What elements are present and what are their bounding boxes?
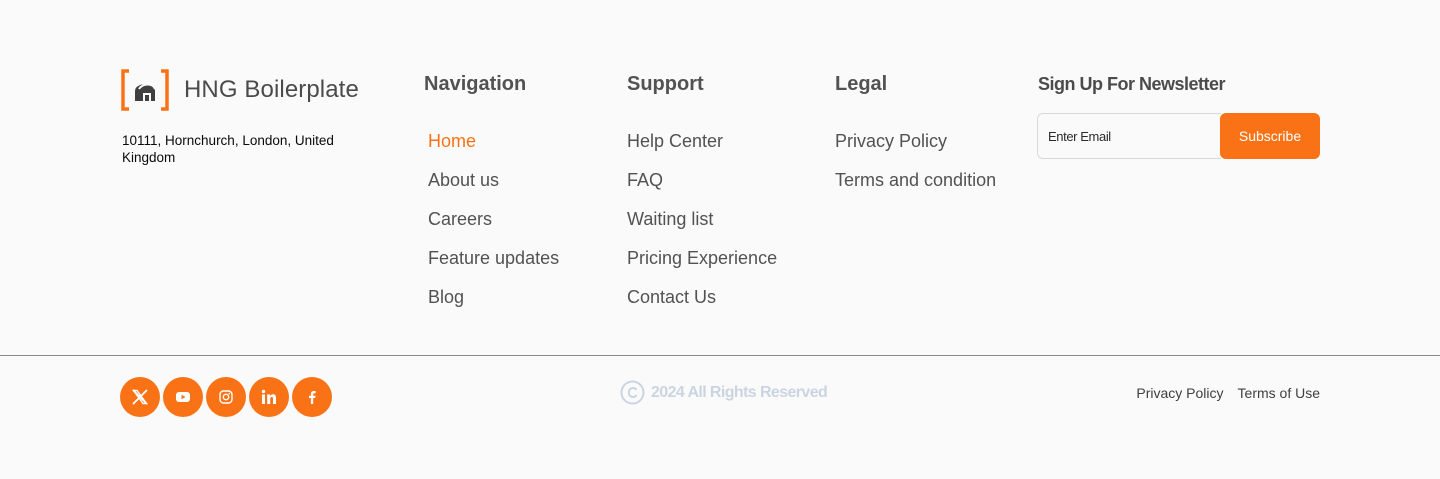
bottom-link-privacy-policy[interactable]: Privacy Policy (1136, 385, 1223, 401)
social-links (120, 377, 332, 417)
x-link[interactable] (120, 377, 160, 417)
x-icon (132, 389, 148, 405)
support-title: Support (627, 73, 704, 95)
support-link-help-center[interactable]: Help Center (627, 131, 777, 170)
support-link-pricing-experience[interactable]: Pricing Experience (627, 248, 777, 287)
nav-link-careers[interactable]: Careers (428, 209, 559, 248)
nav-link-feature-updates[interactable]: Feature updates (428, 248, 559, 287)
copyright: 2024 All Rights Reserved (620, 380, 828, 405)
bottom-link-terms-of-use[interactable]: Terms of Use (1238, 385, 1320, 401)
legal-link-privacy-policy[interactable]: Privacy Policy (835, 131, 996, 170)
support-link-faq[interactable]: FAQ (627, 170, 777, 209)
navigation-column: Navigation Home About us Careers Feature… (424, 72, 559, 326)
copyright-text: 2024 All Rights Reserved (651, 383, 828, 401)
brand[interactable]: HNG Boilerplate (121, 69, 359, 111)
legal-link-terms-and-condition[interactable]: Terms and condition (835, 170, 996, 209)
site-footer: HNG Boilerplate 10111, Hornchurch, Londo… (0, 0, 1440, 479)
footer-divider (0, 355, 1440, 356)
support-link-contact-us[interactable]: Contact Us (627, 287, 777, 326)
facebook-icon (309, 391, 316, 404)
instagram-link[interactable] (206, 377, 246, 417)
legal-title: Legal (835, 73, 888, 95)
copyright-icon (620, 380, 645, 405)
support-link-waiting-list[interactable]: Waiting list (627, 209, 777, 248)
support-column: Support Help Center FAQ Waiting list Pri… (627, 72, 777, 326)
newsletter-section: Sign Up For Newsletter Subscribe (1037, 74, 1320, 159)
youtube-icon (176, 392, 190, 402)
nav-link-home[interactable]: Home (428, 131, 559, 170)
instagram-icon (219, 390, 233, 404)
legal-column: Legal Privacy Policy Terms and condition (835, 72, 996, 209)
bottom-links: Privacy Policy Terms of Use (1136, 385, 1320, 401)
facebook-link[interactable] (292, 377, 332, 417)
newsletter-email-input[interactable] (1037, 113, 1221, 159)
legal-list: Privacy Policy Terms and condition (835, 131, 996, 209)
navigation-title: Navigation (424, 73, 527, 95)
youtube-link[interactable] (163, 377, 203, 417)
newsletter-title: Sign Up For Newsletter (1038, 74, 1226, 94)
company-address: 10111, Hornchurch, London, United Kingdo… (122, 133, 334, 165)
support-list: Help Center FAQ Waiting list Pricing Exp… (627, 131, 777, 326)
nav-link-about-us[interactable]: About us (428, 170, 559, 209)
nav-link-blog[interactable]: Blog (428, 287, 559, 326)
navigation-list: Home About us Careers Feature updates Bl… (428, 131, 559, 326)
brand-name: HNG Boilerplate (184, 76, 359, 103)
subscribe-button[interactable]: Subscribe (1220, 113, 1320, 159)
newsletter-form: Subscribe (1037, 113, 1320, 159)
bracket-house-logo-icon (121, 69, 169, 111)
linkedin-icon (261, 389, 276, 404)
linkedin-link[interactable] (249, 377, 289, 417)
